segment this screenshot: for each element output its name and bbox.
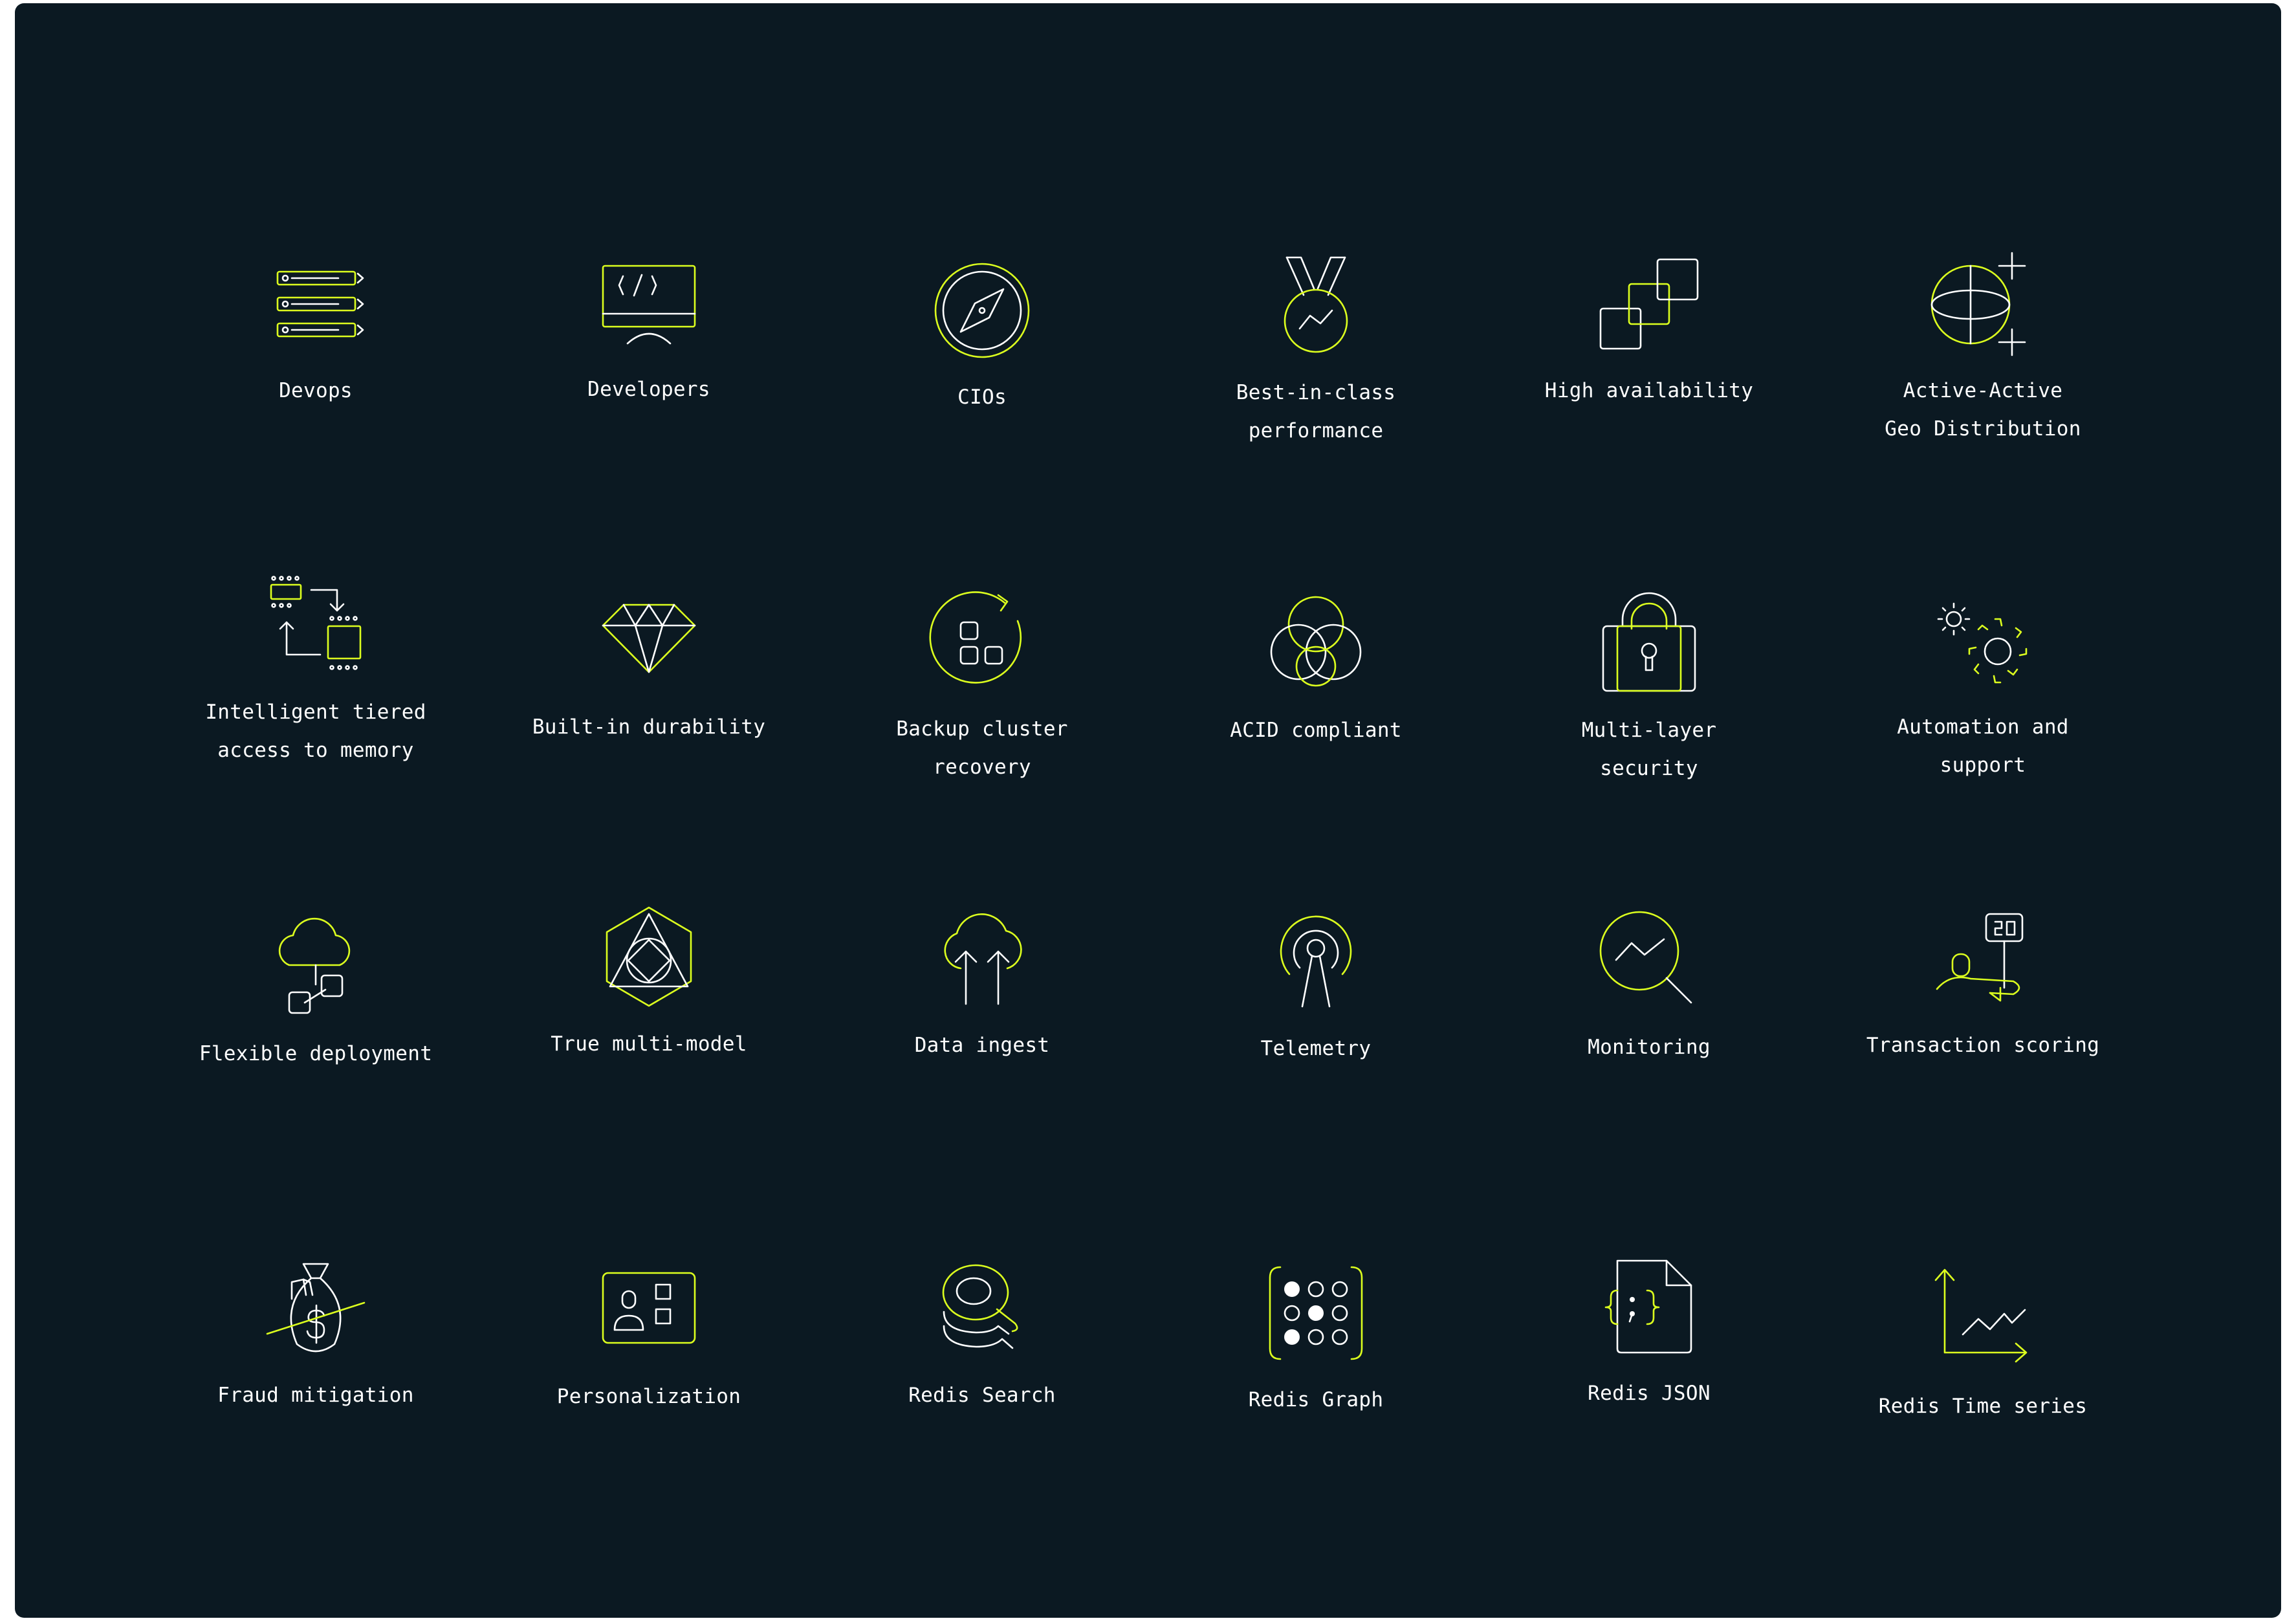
backup-recovery-icon xyxy=(927,587,1037,697)
item-label: Redis Graph xyxy=(1248,1388,1384,1411)
grid-item-geo-distribution: Active-Active Geo Distribution xyxy=(1821,249,2145,448)
stacked-squares-icon xyxy=(1594,249,1704,359)
grid-item-durability: Built-in durability xyxy=(487,585,811,746)
item-label: Flexible deployment xyxy=(199,1042,433,1065)
grid-item-automation: Automation and support xyxy=(1821,585,2145,785)
item-label: Monitoring xyxy=(1588,1036,1711,1059)
grid-item-security: Multi-layer security xyxy=(1487,589,1811,788)
grid-item-devops: Devops xyxy=(154,249,477,410)
grid-item-redis-search: Redis Search xyxy=(820,1254,1144,1415)
json-file-icon xyxy=(1594,1252,1704,1362)
item-label: Transaction scoring xyxy=(1866,1034,2100,1057)
grid-item-monitoring: Monitoring xyxy=(1487,906,1811,1067)
item-label: Automation and support xyxy=(1897,715,2069,777)
grid-item-redis-json: Redis JSON xyxy=(1487,1252,1811,1413)
grid-item-multi-model: True multi-model xyxy=(487,902,811,1063)
grid-item-cios: CIOs xyxy=(820,256,1144,417)
grid-item-time-series: Redis Time series xyxy=(1821,1265,2145,1426)
cloud-deploy-icon xyxy=(261,912,371,1022)
item-label: Active-Active Geo Distribution xyxy=(1885,379,2081,441)
cloud-upload-icon xyxy=(927,904,1037,1014)
item-label: Redis Search xyxy=(908,1384,1056,1407)
hexagon-model-icon xyxy=(594,902,704,1012)
grid-item-acid: ACID compliant xyxy=(1154,589,1478,750)
item-label: Redis Time series xyxy=(1878,1395,2088,1418)
item-label: Best-in-class performance xyxy=(1236,381,1396,442)
item-label: High availability xyxy=(1544,379,1754,402)
item-label: Intelligent tiered access to memory xyxy=(205,701,426,762)
medal-icon xyxy=(1261,251,1371,361)
item-label: CIOs xyxy=(957,386,1007,409)
money-bag-icon xyxy=(261,1254,371,1364)
padlock-icon xyxy=(1594,589,1704,699)
grid-item-personalization: Personalization xyxy=(487,1255,811,1416)
grid-item-transaction-scoring: Transaction scoring xyxy=(1821,904,2145,1065)
grid-item-backup-recovery: Backup cluster recovery xyxy=(820,587,1144,787)
scoring-icon xyxy=(1928,904,2038,1014)
item-label: True multi-model xyxy=(551,1032,747,1056)
server-stack-icon xyxy=(261,249,371,359)
item-label: Data ingest xyxy=(914,1034,1050,1057)
item-label: Built-in durability xyxy=(532,715,766,739)
item-label: Backup cluster recovery xyxy=(896,717,1068,779)
item-label: Multi-layer security xyxy=(1581,719,1717,780)
diamond-icon xyxy=(594,585,704,695)
dot-graph-icon xyxy=(1261,1258,1371,1368)
item-label: Redis JSON xyxy=(1588,1382,1711,1405)
item-label: ACID compliant xyxy=(1230,719,1402,742)
grid-item-high-availability: High availability xyxy=(1487,249,1811,410)
code-monitor-icon xyxy=(594,248,704,358)
grid-item-tiered-memory: Intelligent tiered access to memory xyxy=(154,571,477,770)
item-label: Fraud mitigation xyxy=(217,1384,414,1407)
grid-item-fraud-mitigation: Fraud mitigation xyxy=(154,1254,477,1415)
magnifier-chart-icon xyxy=(1594,906,1704,1016)
grid-item-redis-graph: Redis Graph xyxy=(1154,1258,1478,1419)
item-label: Devops xyxy=(279,379,353,402)
profile-card-icon xyxy=(594,1255,704,1365)
antenna-icon xyxy=(1261,907,1371,1017)
grid-item-telemetry: Telemetry xyxy=(1154,907,1478,1068)
grid-item-performance: Best-in-class performance xyxy=(1154,251,1478,450)
search-stack-icon xyxy=(927,1254,1037,1364)
icon-grid-panel: Devops Developers CIOs Best-in-class per… xyxy=(15,3,2281,1618)
grid-item-flexible-deployment: Flexible deployment xyxy=(154,912,477,1073)
compass-icon xyxy=(927,256,1037,365)
item-label: Telemetry xyxy=(1260,1037,1372,1060)
grid-item-developers: Developers xyxy=(487,248,811,409)
gears-icon xyxy=(1928,585,2038,695)
venn-circles-icon xyxy=(1261,589,1371,699)
time-series-icon xyxy=(1928,1265,2038,1375)
item-label: Developers xyxy=(587,378,710,401)
grid-item-data-ingest: Data ingest xyxy=(820,904,1144,1065)
tiered-memory-icon xyxy=(261,571,371,680)
globe-plus-icon xyxy=(1928,249,2038,359)
item-label: Personalization xyxy=(556,1385,741,1408)
